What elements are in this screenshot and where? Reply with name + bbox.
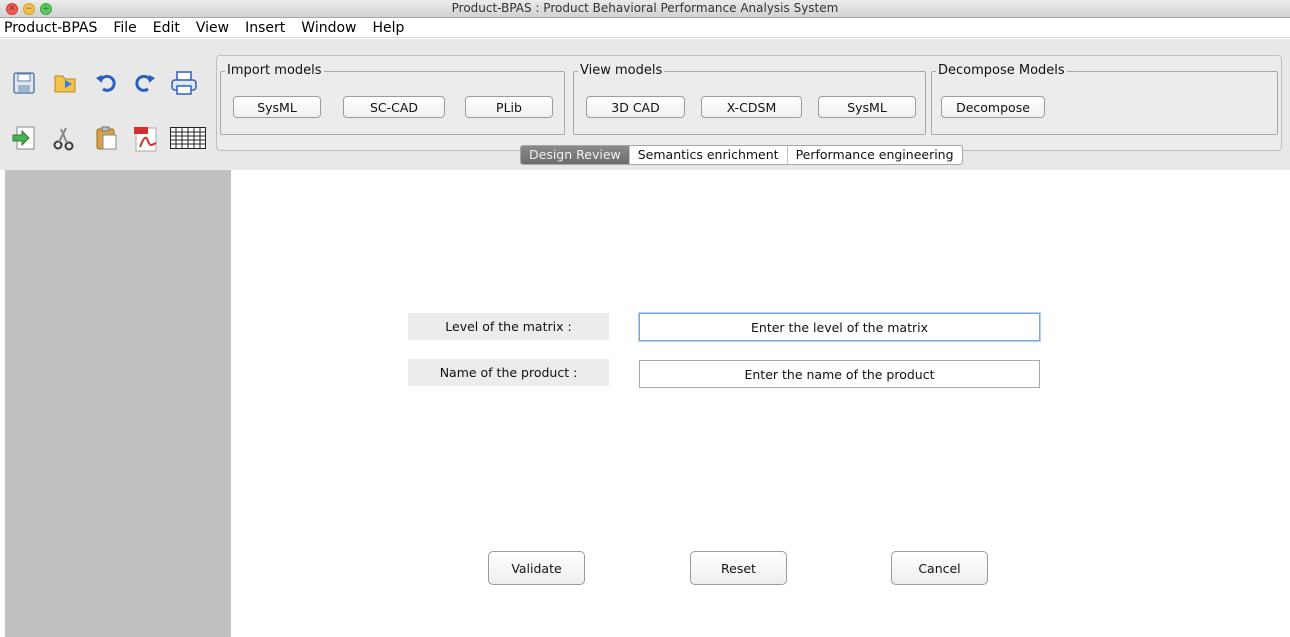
- table-icon[interactable]: [170, 127, 206, 153]
- validate-button[interactable]: Validate: [488, 551, 585, 585]
- menu-help[interactable]: Help: [364, 18, 412, 38]
- cancel-button[interactable]: Cancel: [891, 551, 988, 585]
- product-name-input[interactable]: [639, 360, 1040, 388]
- redo-icon[interactable]: [132, 70, 158, 96]
- menu-bar: Product-BPAS File Edit View Insert Windo…: [0, 18, 1290, 38]
- menu-file[interactable]: File: [105, 18, 144, 38]
- view-models-group: View models 3D CAD X-CDSM SysML: [573, 63, 926, 135]
- open-folder-icon[interactable]: [52, 70, 78, 96]
- title-bar: ✕ − + Product-BPAS : Product Behavioral …: [0, 0, 1290, 18]
- print-icon[interactable]: [170, 70, 197, 96]
- model-actions-panel: Import models SysML SC-CAD PLib View mod…: [216, 55, 1282, 151]
- import-sysml-button[interactable]: SysML: [233, 96, 321, 118]
- reset-button[interactable]: Reset: [690, 551, 787, 585]
- import-models-group: Import models SysML SC-CAD PLib: [220, 63, 565, 135]
- cut-icon[interactable]: [52, 125, 78, 151]
- import-models-title: Import models: [225, 63, 324, 79]
- view-models-title: View models: [578, 63, 665, 79]
- sidebar-panel: [5, 170, 231, 637]
- menu-view[interactable]: View: [188, 18, 237, 38]
- view-3d-cad-button[interactable]: 3D CAD: [586, 96, 685, 118]
- menu-edit[interactable]: Edit: [145, 18, 188, 38]
- view-x-cdsm-button[interactable]: X-CDSM: [701, 96, 802, 118]
- menu-product-bpas[interactable]: Product-BPAS: [0, 18, 105, 38]
- menu-insert[interactable]: Insert: [237, 18, 293, 38]
- tab-bar: Design Review Semantics enrichment Perfo…: [520, 145, 963, 165]
- toolbar: Import models SysML SC-CAD PLib View mod…: [0, 39, 1290, 170]
- design-review-form: Level of the matrix : Name of the produc…: [231, 170, 1290, 637]
- import-sc-cad-button[interactable]: SC-CAD: [343, 96, 445, 118]
- window-title: Product-BPAS : Product Behavioral Perfor…: [451, 1, 839, 15]
- import-plib-button[interactable]: PLib: [465, 96, 553, 118]
- tab-semantics-enrichment[interactable]: Semantics enrichment: [630, 146, 788, 164]
- pdf-icon[interactable]: [132, 125, 158, 152]
- save-icon[interactable]: [11, 70, 37, 96]
- tab-design-review[interactable]: Design Review: [521, 146, 630, 164]
- decompose-models-group: Decompose Models Decompose: [931, 63, 1278, 135]
- menu-window[interactable]: Window: [293, 18, 364, 38]
- product-name-label: Name of the product :: [408, 359, 609, 386]
- decompose-button[interactable]: Decompose: [941, 96, 1045, 118]
- view-sysml-button[interactable]: SysML: [818, 96, 916, 118]
- matrix-level-input[interactable]: [639, 313, 1040, 341]
- matrix-level-label: Level of the matrix :: [408, 313, 609, 340]
- undo-icon[interactable]: [93, 70, 119, 96]
- import-icon[interactable]: [11, 125, 37, 151]
- paste-icon[interactable]: [93, 125, 119, 151]
- tab-performance-engineering[interactable]: Performance engineering: [788, 146, 962, 164]
- decompose-models-title: Decompose Models: [936, 63, 1067, 79]
